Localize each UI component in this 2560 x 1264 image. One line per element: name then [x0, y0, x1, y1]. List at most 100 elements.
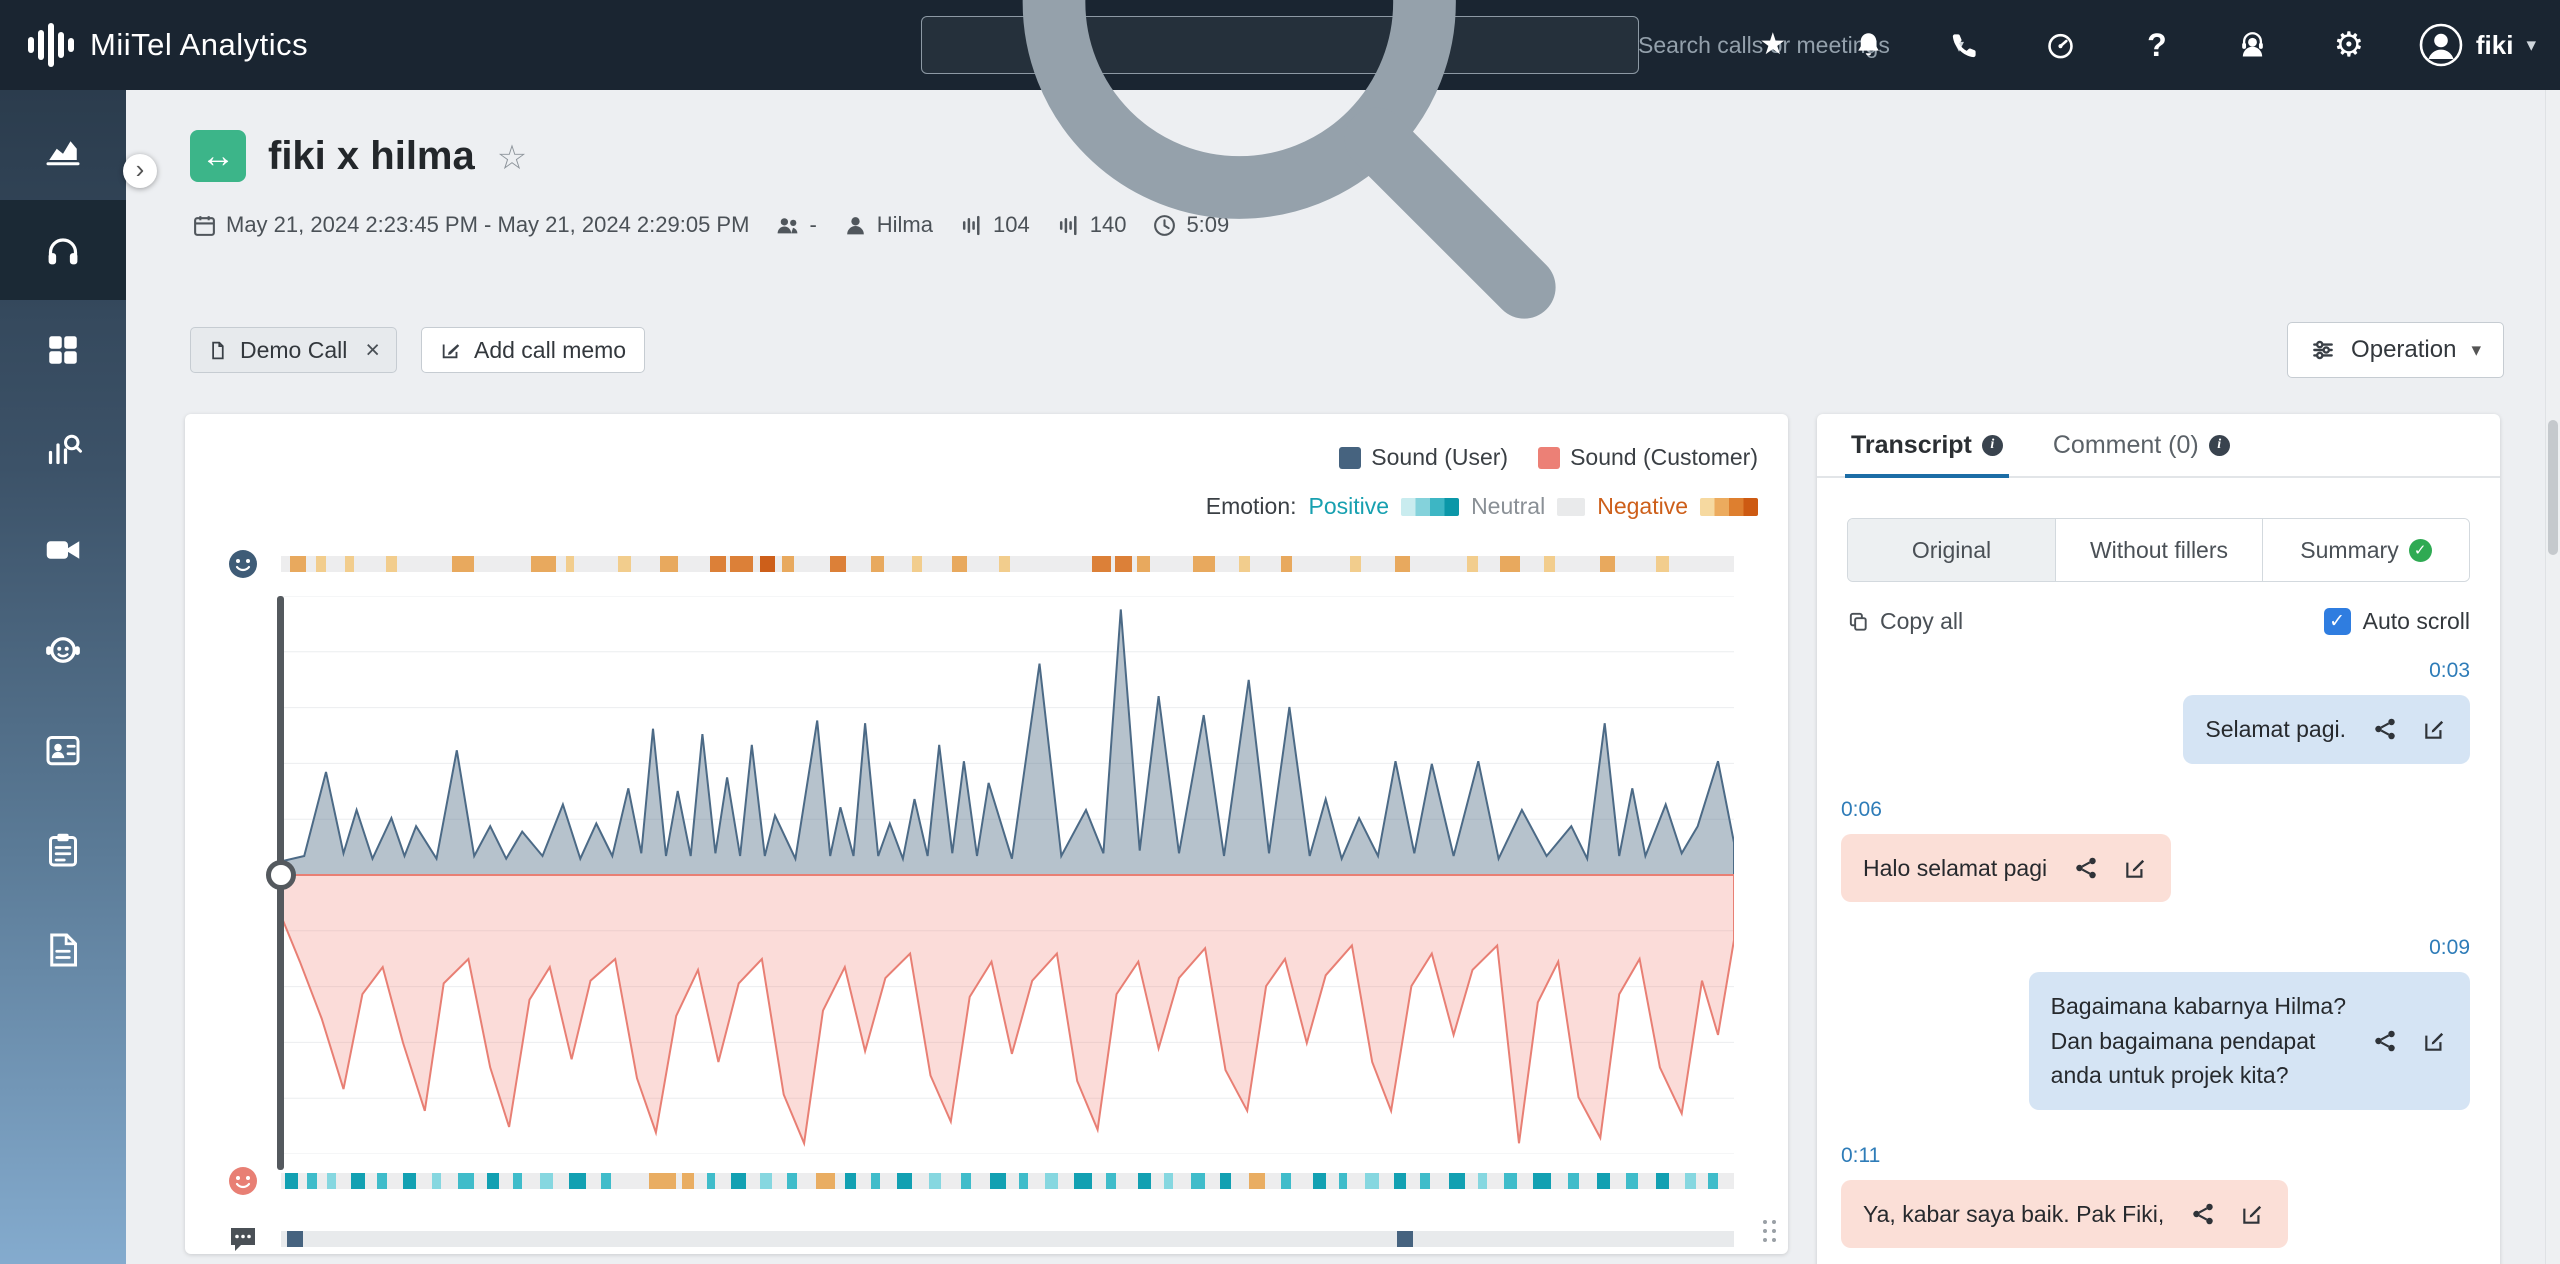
- page-scrollbar[interactable]: [2545, 90, 2560, 1264]
- message-timestamp[interactable]: 0:03: [1841, 659, 2470, 683]
- sidebar-item-contacts[interactable]: [0, 700, 126, 800]
- document-icon: [43, 930, 83, 970]
- emotion-segment: [1045, 1173, 1058, 1189]
- emotion-segment: [1164, 1173, 1173, 1189]
- emotion-segment: [618, 556, 631, 572]
- emotion-segment: [730, 556, 753, 572]
- operation-label: Operation: [2351, 336, 2456, 364]
- share-icon[interactable]: [2190, 1201, 2216, 1227]
- sidebar-item-tasks[interactable]: [0, 800, 126, 900]
- transcript-tools-row: Copy all ✓ Auto scroll: [1847, 608, 2470, 635]
- add-call-memo-label: Add call memo: [474, 337, 626, 364]
- dashboard-button[interactable]: [2013, 0, 2109, 90]
- edit-icon[interactable]: [2240, 1201, 2266, 1227]
- subtab-original[interactable]: Original: [1848, 519, 2055, 581]
- emotion-neutral-swatch: [1557, 498, 1585, 516]
- message-timestamp[interactable]: 0:06: [1841, 798, 2470, 822]
- auto-scroll-toggle[interactable]: ✓ Auto scroll: [2324, 608, 2470, 635]
- emotion-legend: Emotion: Positive Neutral Negative: [185, 493, 1788, 520]
- emotion-segment: [601, 1173, 611, 1189]
- brand-logo[interactable]: MiiTel Analytics: [28, 0, 308, 90]
- sidebar-item-dashboard[interactable]: [0, 300, 126, 400]
- emotion-segment: [540, 1173, 553, 1189]
- emotion-segment: [458, 1173, 474, 1189]
- playhead-handle[interactable]: [266, 860, 296, 890]
- meta-group-value: -: [809, 212, 816, 238]
- emotion-segment: [1281, 1173, 1291, 1189]
- emotion-segment: [566, 556, 575, 572]
- transcript-message: 0:11 Ya, kabar saya baik. Pak Fiki,: [1841, 1144, 2470, 1249]
- message-bubble[interactable]: Halo selamat pagi: [1841, 834, 2171, 903]
- scrollbar-thumb[interactable]: [2548, 420, 2558, 555]
- emotion-segment: [1478, 1173, 1487, 1189]
- user-menu[interactable]: fiki ▾: [2397, 23, 2550, 67]
- sidebar-expand-button[interactable]: ›: [123, 154, 157, 188]
- auto-scroll-checkbox[interactable]: ✓: [2324, 608, 2351, 635]
- sidebar-item-video[interactable]: [0, 500, 126, 600]
- emotion-segment: [1394, 1173, 1406, 1189]
- comment-marker-strip[interactable]: [281, 1231, 1734, 1247]
- share-icon[interactable]: [2372, 1028, 2398, 1054]
- settings-button[interactable]: ⚙: [2301, 0, 2397, 90]
- subtab-original-label: Original: [1912, 537, 1991, 564]
- edit-icon[interactable]: [2422, 716, 2448, 742]
- favorite-star-button[interactable]: ☆: [497, 138, 527, 178]
- emotion-segment: [1568, 1173, 1578, 1189]
- add-call-memo-button[interactable]: Add call memo: [421, 327, 645, 373]
- message-timestamp[interactable]: 0:11: [1841, 1144, 2470, 1168]
- emotion-segment: [830, 556, 846, 572]
- subtab-summary[interactable]: Summary ✓: [2262, 519, 2469, 581]
- brand-waveform-icon: [28, 23, 74, 67]
- info-icon[interactable]: i: [2209, 435, 2230, 456]
- emotion-segment: [929, 1173, 941, 1189]
- support-button[interactable]: [2205, 0, 2301, 90]
- search-icon: [940, 0, 1624, 387]
- share-icon[interactable]: [2073, 855, 2099, 881]
- card-resize-handle[interactable]: [1763, 1220, 1778, 1244]
- tag-file-icon: [207, 340, 228, 361]
- emotion-segment: [1600, 556, 1615, 572]
- operation-button[interactable]: Operation ▾: [2287, 322, 2504, 378]
- emotion-segment: [649, 1173, 677, 1189]
- notifications-button[interactable]: [1821, 0, 1917, 90]
- call-tag-chip[interactable]: Demo Call ×: [190, 327, 397, 373]
- emotion-segment: [999, 556, 1011, 572]
- remove-tag-button[interactable]: ×: [365, 338, 380, 363]
- sidebar-item-documents[interactable]: [0, 900, 126, 1000]
- user-emotion-strip[interactable]: [281, 556, 1734, 572]
- call-direction-icon: ↔: [190, 130, 246, 182]
- emotion-segment: [377, 1173, 387, 1189]
- edit-icon[interactable]: [2422, 1028, 2448, 1054]
- message-timestamp[interactable]: 0:09: [1841, 936, 2470, 960]
- favorites-button[interactable]: ★: [1725, 0, 1821, 90]
- emotion-segment: [897, 1173, 912, 1189]
- subtab-without-fillers[interactable]: Without fillers: [2055, 519, 2262, 581]
- customer-waveform: [281, 875, 1734, 1143]
- analytics-chart-icon: [43, 130, 83, 170]
- message-bubble[interactable]: Selamat pagi.: [2183, 695, 2470, 764]
- sound-customer-swatch: [1538, 447, 1560, 469]
- sidebar-item-analytics[interactable]: [0, 100, 126, 200]
- sidebar-item-calls[interactable]: [0, 200, 126, 300]
- copy-all-button[interactable]: Copy all: [1847, 608, 1963, 635]
- emotion-segment: [760, 556, 775, 572]
- message-bubble[interactable]: Ya, kabar saya baik. Pak Fiki,: [1841, 1180, 2288, 1249]
- sidebar-item-ai-assistant[interactable]: [0, 600, 126, 700]
- emotion-segment: [1019, 1173, 1028, 1189]
- help-button[interactable]: ?: [2109, 0, 2205, 90]
- sound-waveform-plot[interactable]: [281, 596, 1734, 1154]
- info-icon[interactable]: i: [1982, 435, 2003, 456]
- phone-button[interactable]: [1917, 0, 2013, 90]
- emotion-segment: [961, 1173, 971, 1189]
- edit-icon[interactable]: [2123, 855, 2149, 881]
- sidebar-item-reports[interactable]: [0, 400, 126, 500]
- emotion-segment: [1193, 556, 1215, 572]
- tab-transcript[interactable]: Transcript i: [1851, 414, 2003, 476]
- tab-comment[interactable]: Comment (0) i: [2053, 414, 2230, 476]
- emotion-segment: [1313, 1173, 1326, 1189]
- message-bubble[interactable]: Bagaimana kabarnya Hilma? Dan bagaimana …: [2029, 972, 2470, 1110]
- share-icon[interactable]: [2372, 716, 2398, 742]
- customer-emotion-strip[interactable]: [281, 1173, 1734, 1189]
- message-text: Halo selamat pagi: [1863, 851, 2047, 886]
- global-search[interactable]: ▾: [921, 16, 1639, 74]
